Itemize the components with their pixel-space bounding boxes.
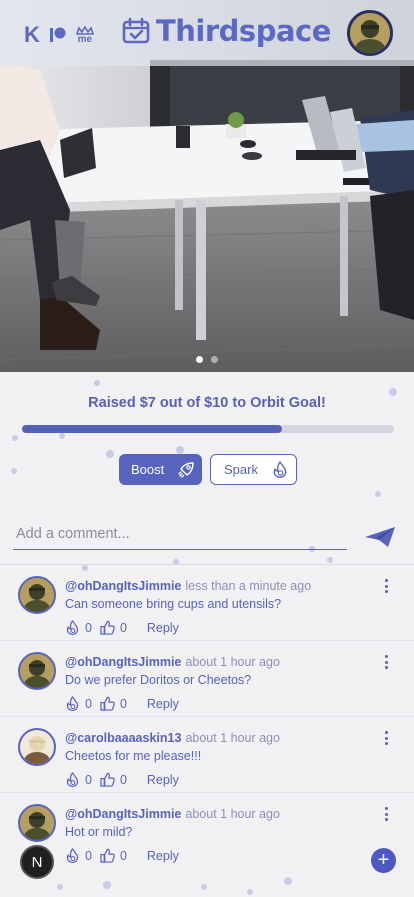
comment-username[interactable]: @ohDangItsJimmie: [65, 655, 181, 669]
comment-username[interactable]: @ohDangItsJimmie: [65, 579, 181, 593]
thumbs-up-icon[interactable]: [100, 620, 115, 635]
boost-button[interactable]: Boost: [119, 454, 202, 485]
spark-reaction-icon[interactable]: [65, 620, 80, 635]
comment-avatar[interactable]: [18, 728, 56, 766]
comment-timestamp: about 1 hour ago: [185, 655, 280, 669]
rocket-icon: [178, 462, 194, 478]
app-title[interactable]: Thirdspace: [122, 14, 331, 48]
comment-text: Do we prefer Doritos or Cheetos?: [65, 673, 252, 687]
profile-avatar[interactable]: [347, 10, 393, 56]
goal-text: Raised $7 out of $10 to Orbit Goal!: [88, 395, 326, 411]
comment-actions: 0 0 Reply: [65, 848, 179, 863]
like-count: 0: [119, 620, 127, 635]
carousel-indicator: [0, 356, 414, 363]
thumbs-up-icon[interactable]: [100, 848, 115, 863]
reply-button[interactable]: Reply: [147, 849, 179, 863]
thumbs-up-icon[interactable]: [100, 696, 115, 711]
send-icon[interactable]: [364, 525, 396, 549]
app-title-text: Thirdspace: [156, 14, 331, 48]
divider: [0, 716, 414, 717]
more-options-icon[interactable]: [381, 806, 391, 822]
calendar-check-icon: [122, 17, 150, 44]
brand-me-logo[interactable]: me: [75, 26, 94, 45]
spark-reaction-icon[interactable]: [65, 696, 80, 711]
comment-avatar[interactable]: [18, 576, 56, 614]
reply-button[interactable]: Reply: [147, 621, 179, 635]
goal-progress-bar: [22, 425, 394, 433]
comment-avatar[interactable]: [18, 804, 56, 842]
spark-reaction-icon[interactable]: [65, 848, 80, 863]
divider: [0, 792, 414, 793]
comment-actions: 0 0 Reply: [65, 772, 179, 787]
avatar-image: [20, 806, 54, 840]
more-options-icon[interactable]: [381, 730, 391, 746]
comment-timestamp: about 1 hour ago: [185, 807, 280, 821]
spark-count: 0: [85, 696, 92, 711]
comment-timestamp: less than a minute ago: [185, 579, 312, 593]
more-options-icon[interactable]: [381, 578, 391, 594]
reply-button[interactable]: Reply: [147, 697, 179, 711]
patreon-icon[interactable]: [49, 26, 66, 44]
comment-avatar[interactable]: [18, 652, 56, 690]
next-badge[interactable]: N: [20, 845, 54, 879]
spark-count: 0: [85, 772, 92, 787]
comment-username[interactable]: @ohDangItsJimmie: [65, 807, 181, 821]
comment-text: Can someone bring cups and utensils?: [65, 597, 282, 611]
divider: [0, 640, 414, 641]
comment-username[interactable]: @carolbaaaaskin13: [65, 731, 181, 745]
spark-count: 0: [85, 620, 92, 635]
comment-actions: 0 0 Reply: [65, 696, 179, 711]
brand-logos: K me: [24, 22, 94, 48]
spark-reaction-icon[interactable]: [65, 772, 80, 787]
comment-text: Hot or mild?: [65, 825, 133, 839]
like-count: 0: [119, 696, 127, 711]
thumbs-up-icon[interactable]: [100, 772, 115, 787]
avatar-image: [20, 654, 54, 688]
spark-button[interactable]: Spark: [210, 454, 297, 485]
comment-actions: 0 0 Reply: [65, 620, 179, 635]
spark-label: Spark: [224, 462, 258, 477]
brand-k-logo[interactable]: K: [24, 22, 40, 48]
avatar-image: [20, 578, 54, 612]
like-count: 0: [119, 772, 127, 787]
comment-input[interactable]: [13, 518, 347, 550]
like-count: 0: [119, 848, 127, 863]
spark-count: 0: [85, 848, 92, 863]
carousel-dot-active[interactable]: [196, 356, 203, 363]
avatar-image: [350, 13, 390, 53]
boost-label: Boost: [131, 462, 165, 477]
flame-icon: [273, 461, 287, 478]
divider: [0, 564, 414, 565]
more-options-icon[interactable]: [381, 654, 391, 670]
reply-button[interactable]: Reply: [147, 773, 179, 787]
comment-text: Cheetos for me please!!!: [65, 749, 202, 763]
carousel-dot[interactable]: [211, 356, 218, 363]
comment-item: @ohDangItsJimmie about 1 hour ago Hot or …: [0, 804, 414, 880]
top-bar: K me Thirdspace: [0, 0, 414, 66]
goal-progress-fill: [22, 425, 283, 433]
add-button[interactable]: +: [371, 848, 396, 873]
comment-timestamp: about 1 hour ago: [185, 731, 280, 745]
avatar-image: [20, 730, 54, 764]
